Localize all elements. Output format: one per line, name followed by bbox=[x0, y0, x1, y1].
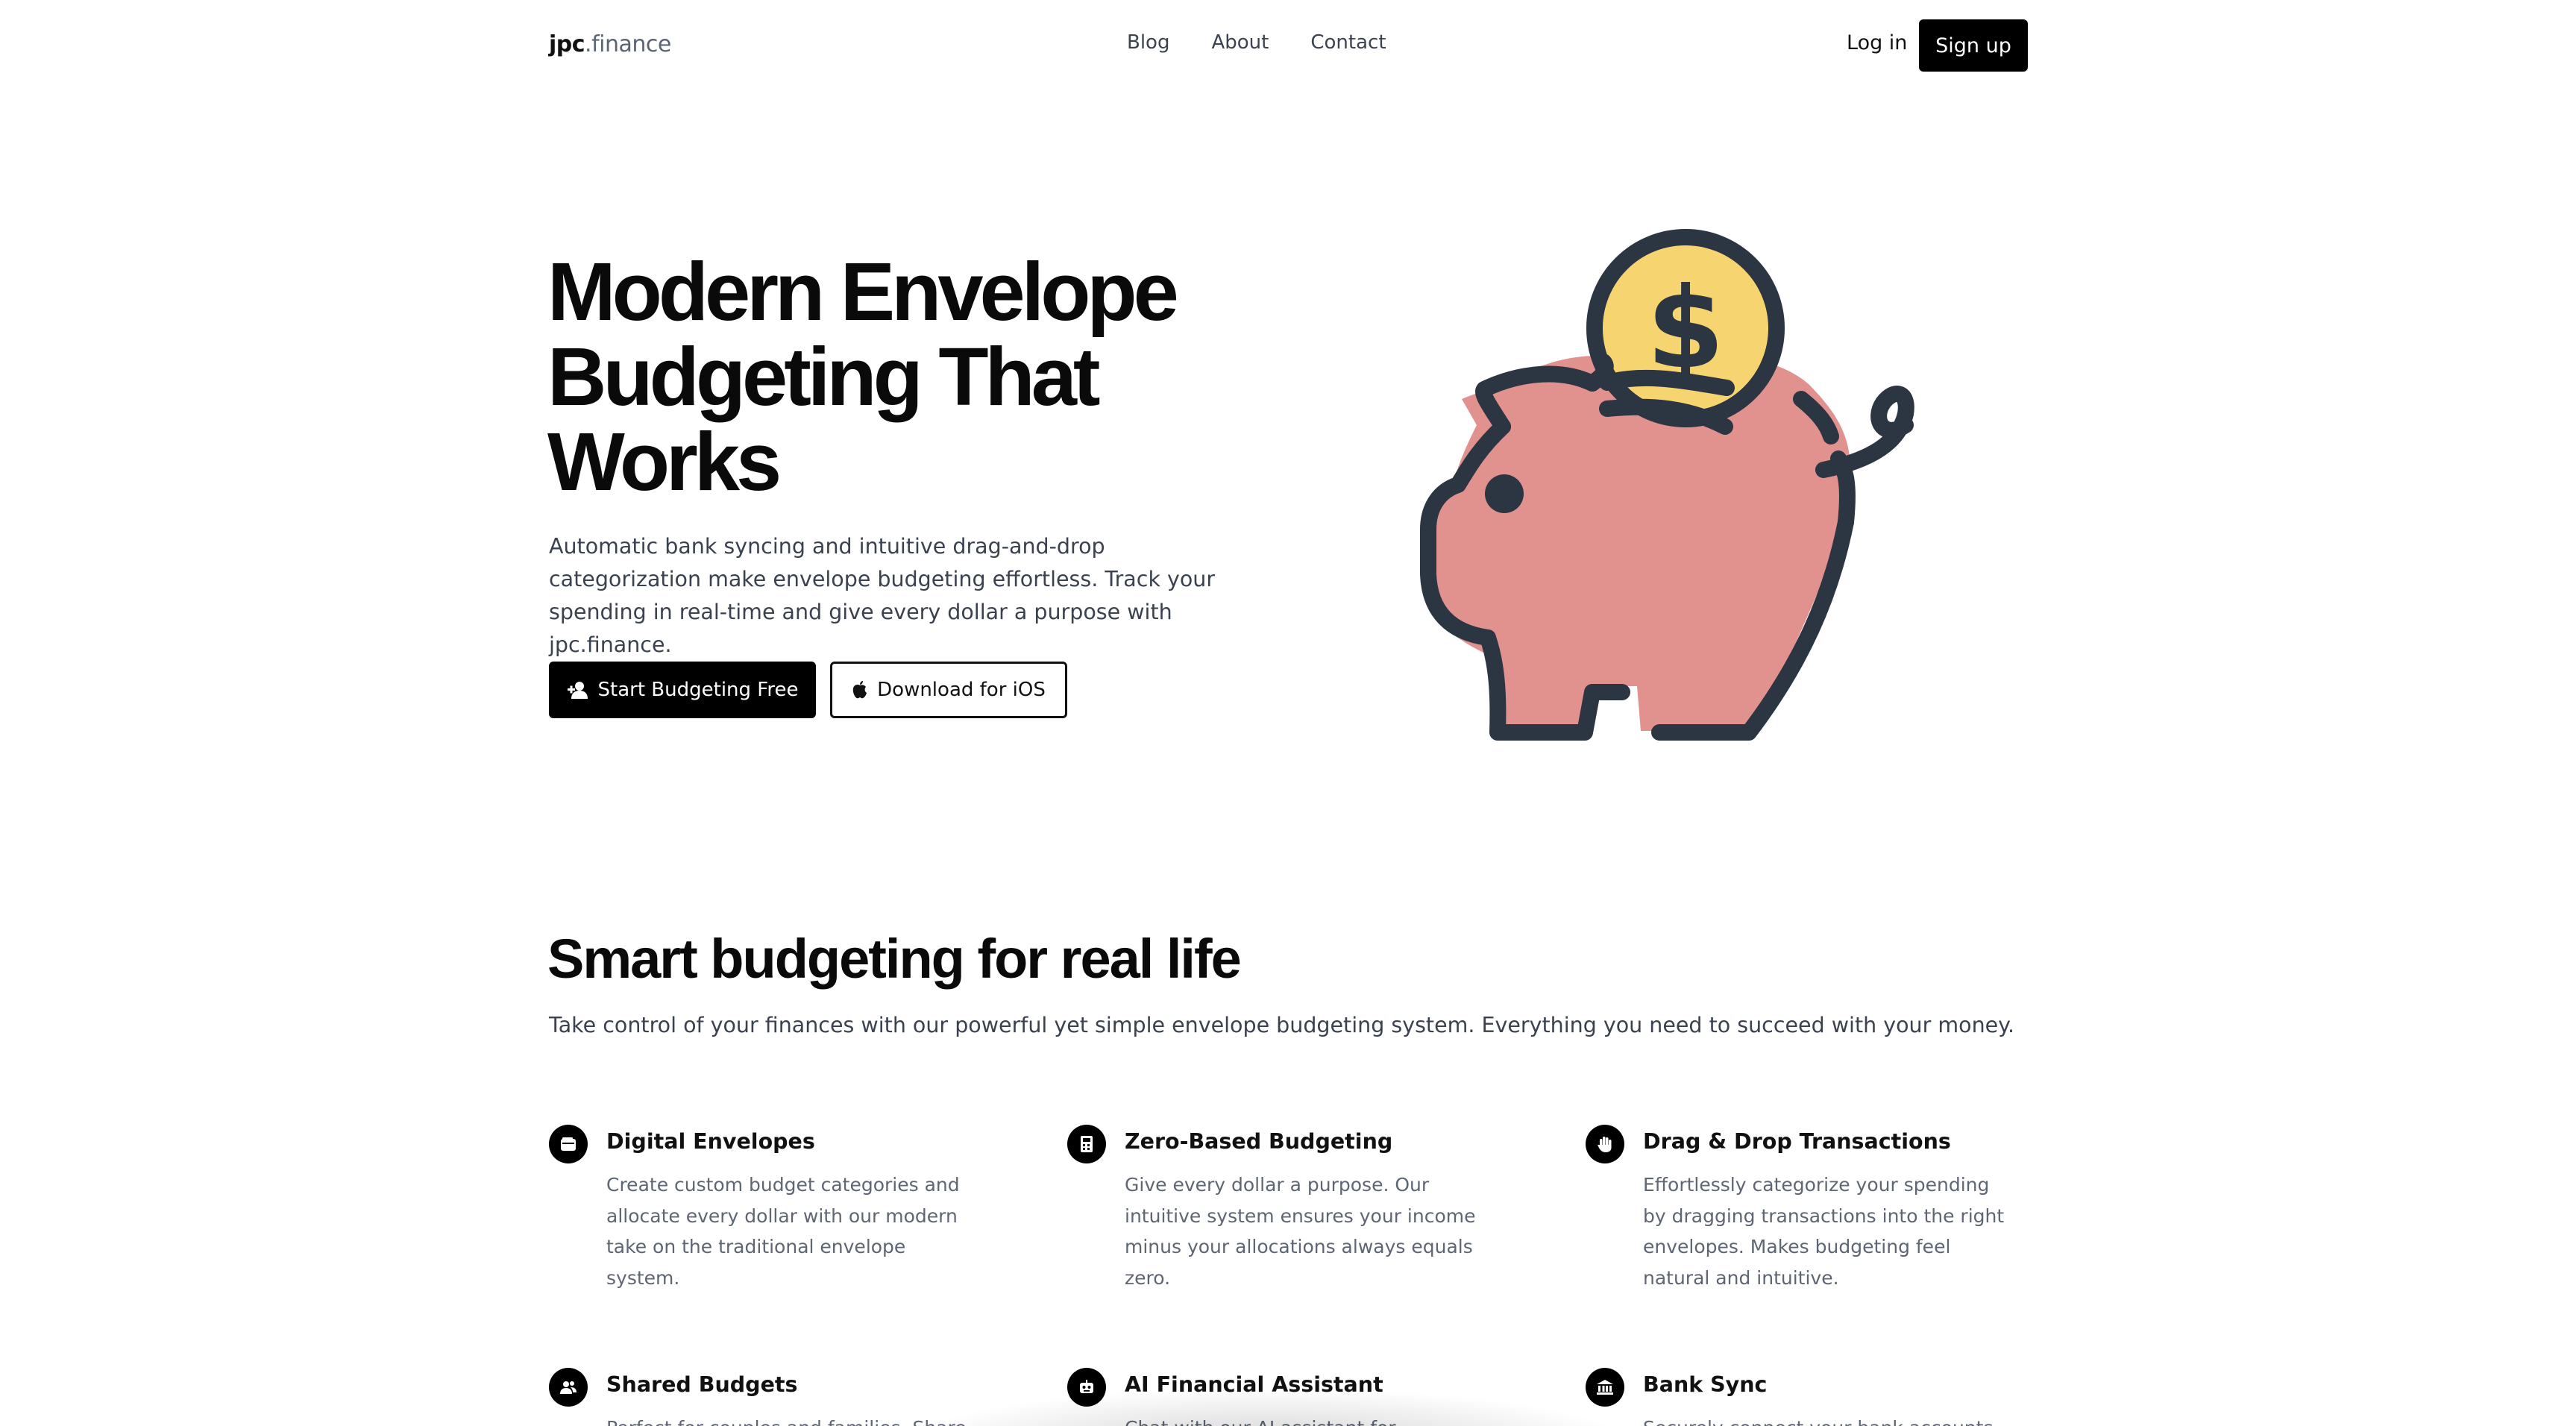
start-budgeting-label: Start Budgeting Free bbox=[597, 679, 799, 701]
feature-description: Effortlessly categorize your spending by… bbox=[1643, 1174, 2005, 1289]
piggy-eye bbox=[1485, 474, 1524, 513]
dollar-sign: $ bbox=[1647, 264, 1724, 394]
brand-name-bold: jpc bbox=[549, 31, 585, 57]
feature-title: Shared Budgets bbox=[606, 1372, 798, 1397]
hand-icon bbox=[1586, 1125, 1624, 1163]
hero-title-line: Modern Envelope bbox=[547, 246, 1179, 338]
page: jpc.finance Blog About Contact Log in Si… bbox=[0, 0, 2576, 1426]
wallet-icon bbox=[549, 1125, 588, 1163]
start-budgeting-button[interactable]: Start Budgeting Free bbox=[549, 662, 816, 718]
apple-icon bbox=[852, 681, 867, 699]
hero-subtitle: Automatic bank syncing and intuitive dra… bbox=[549, 534, 1216, 657]
login-link[interactable]: Log in bbox=[1847, 31, 1907, 54]
hero-title-line: Works bbox=[547, 416, 782, 508]
bank-icon bbox=[1586, 1368, 1624, 1407]
main-nav: Blog About Contact bbox=[1127, 31, 1386, 54]
feature-description: Give every dollar a purpose. Our intuiti… bbox=[1125, 1174, 1476, 1289]
hero-title: Modern Envelope Budgeting That Works bbox=[547, 250, 1278, 505]
feature-title: Bank Sync bbox=[1643, 1372, 1768, 1397]
download-ios-button[interactable]: Download for iOS bbox=[830, 662, 1067, 718]
feature-description: Securely connect your bank accounts for bbox=[1643, 1413, 2016, 1426]
brand-logo[interactable]: jpc.finance bbox=[549, 31, 671, 57]
feature-description: Chat with our AI assistant for personali… bbox=[1125, 1413, 1498, 1426]
feature-title: Drag & Drop Transactions bbox=[1643, 1129, 1951, 1154]
brand-name-light: .finance bbox=[585, 31, 671, 57]
nav-link-blog[interactable]: Blog bbox=[1127, 31, 1169, 54]
feature-title: AI Financial Assistant bbox=[1125, 1372, 1383, 1397]
piggy-bank-illustration: $ bbox=[1420, 229, 1914, 741]
calculator-icon bbox=[1067, 1125, 1106, 1163]
hero-title-line: Budgeting That bbox=[547, 331, 1101, 423]
features-title: Smart budgeting for real life bbox=[547, 928, 1242, 990]
feature-description: Perfect for couples and families. Share bbox=[606, 1413, 979, 1426]
user-plus-icon bbox=[567, 682, 588, 699]
feature-title: Zero-Based Budgeting bbox=[1125, 1129, 1393, 1154]
feature-description: Create custom budget categories and allo… bbox=[606, 1174, 960, 1289]
features-subtitle: Take control of your finances with our p… bbox=[549, 1013, 2015, 1037]
feature-title: Digital Envelopes bbox=[606, 1129, 815, 1154]
nav-link-about[interactable]: About bbox=[1211, 31, 1269, 54]
users-icon bbox=[549, 1368, 588, 1407]
download-ios-label: Download for iOS bbox=[877, 679, 1046, 701]
robot-icon bbox=[1067, 1368, 1106, 1407]
nav-link-contact[interactable]: Contact bbox=[1310, 31, 1386, 54]
signup-button[interactable]: Sign up bbox=[1919, 19, 2028, 72]
